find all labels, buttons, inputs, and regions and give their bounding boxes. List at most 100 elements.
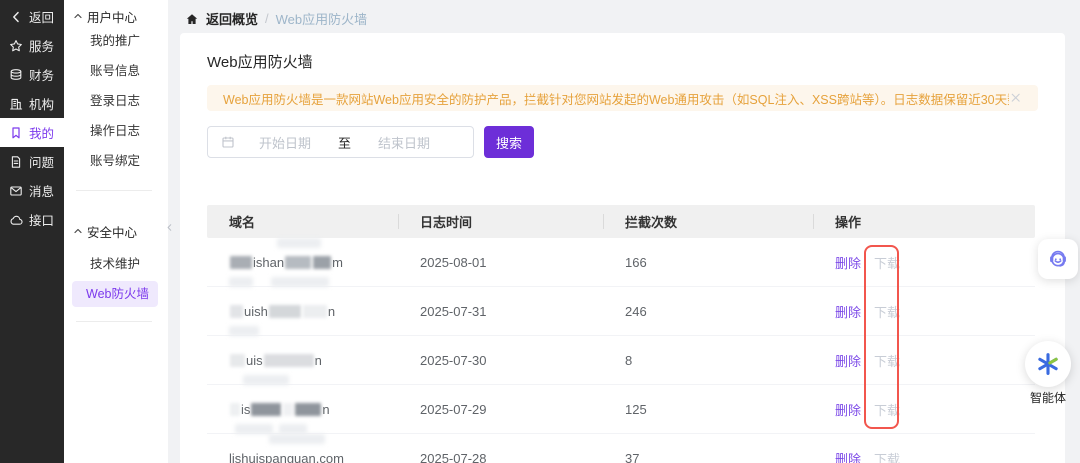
org-icon: [9, 97, 23, 111]
column-header-域名: 域名: [207, 205, 398, 238]
star-icon: [9, 39, 23, 53]
date-range-input[interactable]: 开始日期 至 结束日期: [207, 126, 474, 158]
block-count-cell: 125: [603, 385, 813, 433]
download-link[interactable]: 下载: [874, 449, 900, 463]
end-date-placeholder: 结束日期: [378, 133, 430, 152]
domain-text: is: [241, 402, 250, 417]
blurred-domain-segment: [283, 403, 293, 416]
sidebar-item-我的[interactable]: 我的: [0, 118, 64, 147]
sidebar-item-服务[interactable]: 服务: [0, 31, 64, 60]
breadcrumb: 返回概览 / Web应用防火墙: [185, 9, 367, 28]
log-date-cell: 2025-07-28: [398, 434, 603, 463]
sidebar-item-财务[interactable]: 财务: [0, 60, 64, 89]
sidebar-item-消息[interactable]: 消息: [0, 176, 64, 205]
blurred-domain-segment: [230, 305, 243, 318]
submenu-item-账号绑定[interactable]: 账号绑定: [64, 146, 168, 176]
delete-link[interactable]: 删除: [835, 351, 861, 370]
breadcrumb-current: Web应用防火墙: [276, 9, 368, 28]
submenu-item-技术维护[interactable]: 技术维护: [64, 249, 168, 279]
table-row: isn2025-07-29125删除下载: [207, 385, 1035, 434]
table-row: uisn2025-07-308删除下载: [207, 336, 1035, 385]
customer-support-button[interactable]: [1038, 239, 1078, 279]
submenu-item-账号信息[interactable]: 账号信息: [64, 56, 168, 86]
submenu-section-安全中心[interactable]: 安全中心: [64, 215, 168, 241]
sidebar-item-label: 机构: [29, 94, 54, 113]
primary-sidebar: 返回服务财务机构我的问题消息接口: [0, 0, 64, 463]
blur-smudge: [269, 434, 325, 444]
delete-link[interactable]: 删除: [835, 449, 861, 463]
download-link[interactable]: 下载: [874, 351, 900, 370]
sidebar-item-label: 消息: [29, 181, 54, 200]
domain-text: n: [315, 353, 322, 368]
block-count-cell: 246: [603, 287, 813, 335]
close-icon[interactable]: [1009, 91, 1022, 105]
start-date-placeholder: 开始日期: [259, 133, 311, 152]
block-count-cell: 166: [603, 238, 813, 286]
submenu-item-我的推广[interactable]: 我的推广: [64, 26, 168, 56]
search-button[interactable]: 搜索: [484, 126, 534, 158]
secondary-sidebar: 用户中心我的推广账号信息登录日志操作日志账号绑定安全中心技术维护Web防火墙: [64, 0, 168, 463]
download-link[interactable]: 下载: [874, 302, 900, 321]
table-row: lishuispanguan.com2025-07-2837删除下载: [207, 434, 1035, 463]
page-title: Web应用防火墙: [207, 51, 1038, 72]
column-header-操作: 操作: [813, 205, 1035, 238]
calendar-icon: [221, 135, 235, 149]
finance-icon: [9, 68, 23, 82]
delete-link[interactable]: 删除: [835, 302, 861, 321]
divider: [76, 321, 152, 322]
sidebar-item-机构[interactable]: 机构: [0, 89, 64, 118]
domain-text: ishan: [253, 255, 284, 270]
actions-cell: 删除下载: [813, 287, 1035, 335]
sidebar-item-label: 财务: [29, 65, 54, 84]
cloud-icon: [9, 213, 23, 227]
blurred-domain-segment: [251, 403, 281, 416]
blur-smudge: [277, 238, 321, 248]
submenu-item-操作日志[interactable]: 操作日志: [64, 116, 168, 146]
blurred-domain-segment: [264, 354, 314, 367]
submenu-section-title: 安全中心: [87, 222, 137, 241]
domain-text: lishuispanguan.com: [229, 451, 344, 463]
content-card: Web应用防火墙 Web应用防火墙是一款网站Web应用安全的防护产品，拦截针对您…: [180, 33, 1065, 463]
block-count-cell: 8: [603, 336, 813, 384]
domain-cell: ishanm: [207, 238, 398, 286]
actions-cell: 删除下载: [813, 336, 1035, 384]
ai-agent-button[interactable]: [1025, 341, 1071, 387]
actions-cell: 删除下载: [813, 238, 1035, 286]
breadcrumb-back-link[interactable]: 返回概览: [206, 9, 258, 28]
table-row: ishanm2025-08-01166删除下载: [207, 238, 1035, 287]
sidebar-item-label: 接口: [29, 210, 54, 229]
blurred-domain-segment: [269, 305, 301, 318]
table-row: uishn2025-07-31246删除下载: [207, 287, 1035, 336]
download-link[interactable]: 下载: [874, 253, 900, 272]
blur-smudge: [271, 277, 329, 287]
sidebar-collapse-handle[interactable]: [163, 212, 175, 246]
sidebar-item-label: 我的: [29, 123, 54, 142]
domain-cell: is n: [207, 385, 398, 433]
domain-cell: lishuispanguan.com: [207, 434, 398, 463]
submenu-section-用户中心[interactable]: 用户中心: [64, 0, 168, 26]
delete-link[interactable]: 删除: [835, 253, 861, 272]
divider: [76, 190, 152, 191]
blurred-domain-segment: [285, 256, 311, 269]
sidebar-item-问题[interactable]: 问题: [0, 147, 64, 176]
log-date-cell: 2025-07-29: [398, 385, 603, 433]
submenu-item-Web防火墙[interactable]: Web防火墙: [72, 281, 158, 307]
submenu-item-登录日志[interactable]: 登录日志: [64, 86, 168, 116]
domain-text: n: [322, 402, 329, 417]
delete-link[interactable]: 删除: [835, 400, 861, 419]
filter-bar: 开始日期 至 结束日期 搜索: [207, 126, 1038, 158]
blur-smudge: [243, 375, 289, 385]
actions-cell: 删除下载: [813, 385, 1035, 433]
log-date-cell: 2025-08-01: [398, 238, 603, 286]
home-icon: [185, 12, 199, 26]
blurred-domain-segment: [303, 305, 327, 318]
sidebar-item-接口[interactable]: 接口: [0, 205, 64, 234]
blur-smudge: [235, 424, 273, 434]
domain-cell: uisn: [207, 336, 398, 384]
notice-text: Web应用防火墙是一款网站Web应用安全的防护产品，拦截针对您网站发起的Web通…: [223, 89, 1009, 108]
actions-cell: 删除下载: [813, 434, 1035, 463]
sidebar-item-返回[interactable]: 返回: [0, 2, 64, 31]
domain-text: n: [328, 304, 335, 319]
mail-icon: [9, 184, 23, 198]
download-link[interactable]: 下载: [874, 400, 900, 419]
